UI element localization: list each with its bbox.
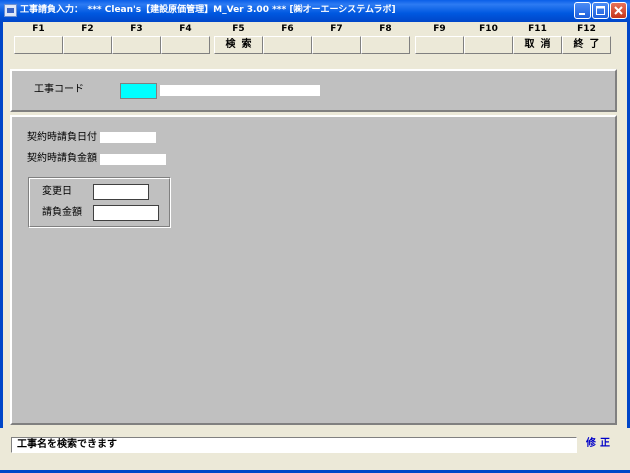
contract-amount-label: 契約時請負金額 <box>27 153 97 164</box>
fkey-label: F4 <box>179 24 192 34</box>
maximize-icon <box>596 6 605 15</box>
f4-button[interactable] <box>161 36 210 54</box>
function-key-bar: F1 F2 F3 F4 F5 検索 F6 F7 F8 F9 F10 F11 取消… <box>14 23 614 55</box>
contract-date-label: 契約時請負日付 <box>27 132 97 143</box>
f9-button[interactable] <box>415 36 464 54</box>
search-button[interactable]: 検索 <box>214 36 263 54</box>
app-window: 工事請負入力： *** Clean's【建設原価管理】M_Ver 3.00 **… <box>0 0 630 473</box>
fkey-label: F9 <box>433 24 446 34</box>
fkey-label: F7 <box>330 24 343 34</box>
main-panel: 契約時請負日付 契約時請負金額 変更日 請負金額 <box>10 115 617 425</box>
status-message: 工事名を検索できます <box>11 437 577 453</box>
change-date-label: 変更日 <box>42 186 72 197</box>
koji-code-label: 工事コード <box>34 84 84 95</box>
fkey-f12: F12 終了 <box>562 23 611 54</box>
fkey-f9: F9 <box>415 23 464 54</box>
amount-input[interactable] <box>93 205 159 221</box>
fkey-f6: F6 <box>263 23 312 54</box>
fkey-label: F12 <box>577 24 596 34</box>
fkey-f8: F8 <box>361 23 410 54</box>
change-groupbox: 変更日 請負金額 <box>28 177 171 228</box>
fkey-label: F10 <box>479 24 498 34</box>
fkey-label: F8 <box>379 24 392 34</box>
fkey-f4: F4 <box>161 23 210 54</box>
fkey-f2: F2 <box>63 23 112 54</box>
f3-button[interactable] <box>112 36 161 54</box>
fkey-f11: F11 取消 <box>513 23 562 54</box>
fkey-label: F5 <box>232 24 245 34</box>
fkey-f3: F3 <box>112 23 161 54</box>
status-area: 工事名を検索できます 修正 <box>0 428 630 473</box>
title-bar[interactable]: 工事請負入力： *** Clean's【建設原価管理】M_Ver 3.00 **… <box>0 0 630 22</box>
f8-button[interactable] <box>361 36 410 54</box>
f7-button[interactable] <box>312 36 361 54</box>
minimize-icon <box>579 13 585 15</box>
minimize-button[interactable] <box>574 2 591 19</box>
fkey-f1: F1 <box>14 23 63 54</box>
fkey-f10: F10 <box>464 23 513 54</box>
fkey-label: F2 <box>81 24 94 34</box>
f1-button[interactable] <box>14 36 63 54</box>
f10-button[interactable] <box>464 36 513 54</box>
cancel-button[interactable]: 取消 <box>513 36 562 54</box>
app-icon[interactable] <box>4 4 17 17</box>
close-button[interactable] <box>610 2 627 19</box>
fkey-label: F11 <box>528 24 547 34</box>
fkey-f7: F7 <box>312 23 361 54</box>
close-icon <box>614 6 623 15</box>
fkey-label: F3 <box>130 24 143 34</box>
fkey-label: F1 <box>32 24 45 34</box>
maximize-button[interactable] <box>592 2 609 19</box>
f2-button[interactable] <box>63 36 112 54</box>
mode-indicator: 修正 <box>586 438 614 449</box>
contract-amount-field[interactable] <box>100 154 166 165</box>
contract-date-field[interactable] <box>100 132 156 143</box>
fkey-f5: F5 検索 <box>214 23 263 54</box>
header-panel: 工事コード <box>10 69 617 112</box>
change-date-input[interactable] <box>93 184 149 200</box>
exit-button[interactable]: 終了 <box>562 36 611 54</box>
amount-label: 請負金額 <box>42 207 82 218</box>
koji-code-input[interactable] <box>120 83 157 99</box>
koji-name-field <box>160 85 320 96</box>
window-title: 工事請負入力： *** Clean's【建設原価管理】M_Ver 3.00 **… <box>20 5 396 15</box>
fkey-label: F6 <box>281 24 294 34</box>
window-border-left <box>0 22 3 473</box>
f6-button[interactable] <box>263 36 312 54</box>
